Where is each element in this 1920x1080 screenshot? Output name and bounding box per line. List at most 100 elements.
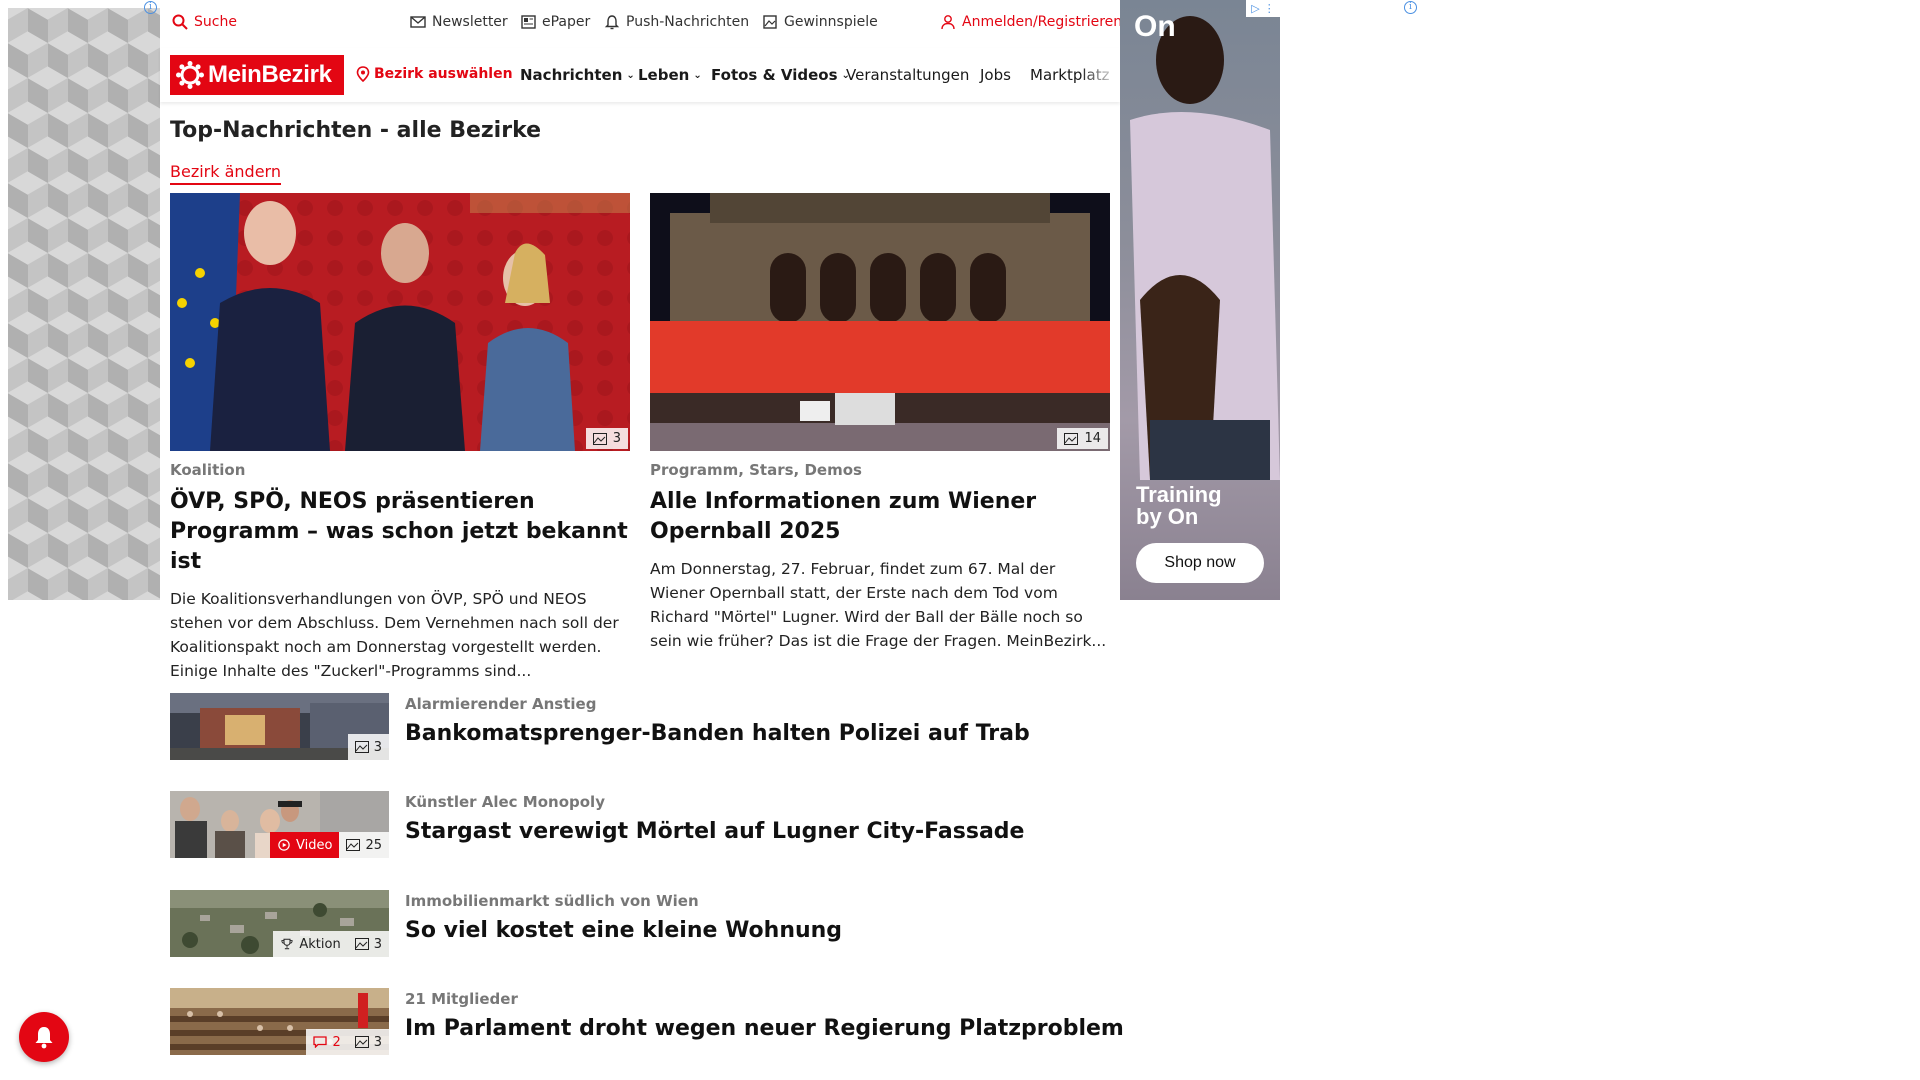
nav-veranstaltungen[interactable]: Veranstaltungen [846, 66, 969, 84]
video-label: Video [296, 837, 333, 853]
article-thumbnail[interactable]: Video 25 [170, 791, 389, 858]
article-image[interactable]: 3 [170, 193, 630, 451]
page-title: Top-Nachrichten - alle Bezirke [170, 118, 542, 143]
nav-nachrichten[interactable]: Nachrichten ⌄ [520, 66, 635, 84]
shop-now-button[interactable]: Shop now [1136, 543, 1264, 583]
article-headline[interactable]: ÖVP, SPÖ, NEOS präsentieren Programm – w… [170, 487, 630, 577]
opera-house-photo [650, 193, 1110, 451]
article-teaser: Am Donnerstag, 27. Februar, findet zum 6… [650, 560, 1107, 650]
gewinnspiele-link[interactable]: Gewinnspiele [762, 14, 878, 30]
article-kicker: Künstler Alec Monopoly [405, 793, 605, 811]
nav-leben[interactable]: Leben ⌄ [638, 66, 702, 84]
location-pin-icon [356, 66, 370, 82]
gallery-icon [346, 839, 361, 851]
push-link[interactable]: Push-Nachrichten [604, 14, 749, 30]
politicians-photo [170, 193, 630, 451]
article-kicker: Alarmierender Anstieg [405, 695, 597, 713]
nav-fotos-videos[interactable]: Fotos & Videos ⌄ [711, 66, 850, 84]
photo-count: 3 [373, 1034, 382, 1050]
search-link[interactable]: Suche [172, 14, 237, 30]
push-notification-button[interactable] [19, 1012, 69, 1062]
photo-count-badge: 3 [347, 734, 389, 760]
photo-count-badge: 25 [339, 832, 389, 858]
user-icon [941, 15, 955, 30]
play-icon [278, 839, 290, 851]
login-label: Anmelden/Registrieren [962, 14, 1123, 30]
brand-logo: On [1134, 10, 1176, 43]
skin-ad-left[interactable] [8, 8, 160, 600]
article-kicker: Programm, Stars, Demos [650, 461, 862, 479]
action-label: Aktion [299, 936, 341, 952]
ad-play-icon: ▷ [1251, 2, 1260, 15]
login-link[interactable]: Anmelden/Registrieren [940, 14, 1122, 30]
top-bar: Suche Newsletter ePaper Push-Nachrichten… [160, 0, 1122, 46]
article-thumbnail[interactable]: 3 [170, 693, 389, 760]
ad-info-icon[interactable]: i [1404, 1, 1417, 14]
epaper-label: ePaper [542, 14, 591, 30]
photo-count-badge: 14 [1057, 428, 1108, 449]
action-badge: Aktion [273, 931, 348, 957]
chevron-down-icon: ⌄ [693, 69, 702, 81]
photo-count: 25 [365, 837, 382, 853]
ad-banner-right[interactable]: On Training by On Shop now [1120, 0, 1280, 600]
gallery-icon [354, 1036, 369, 1048]
article-kicker: Koalition [170, 461, 246, 479]
article-thumbnail[interactable]: Aktion 3 [170, 890, 389, 957]
article-headline[interactable]: Bankomatsprenger-Banden halten Polizei a… [405, 721, 1030, 746]
article-image[interactable]: 14 [650, 193, 1110, 451]
nav-jobs-label: Jobs [980, 66, 1011, 84]
article-row[interactable]: 3 Alarmierender Anstieg Bankomatsprenger… [170, 693, 1110, 761]
article-kicker: 21 Mitglieder [405, 990, 518, 1008]
gallery-icon [354, 938, 369, 950]
gallery-icon [1064, 432, 1079, 445]
bell-icon [35, 1027, 53, 1049]
nav-nachrichten-label: Nachrichten [520, 66, 623, 84]
nav-fade [1080, 48, 1120, 102]
article-row[interactable]: 2 3 21 Mitglieder Im Parlament droht weg… [170, 988, 1124, 1056]
bezirk-select[interactable]: Bezirk auswählen [356, 66, 513, 82]
nav-leben-label: Leben [638, 66, 690, 84]
search-label: Suche [194, 14, 237, 30]
article-headline[interactable]: Im Parlament droht wegen neuer Regierung… [405, 1016, 1124, 1041]
bell-icon [604, 15, 620, 30]
photo-count: 3 [612, 431, 621, 446]
newspaper-icon [521, 15, 536, 29]
photo-count: 14 [1084, 431, 1101, 446]
adchoices-icon[interactable]: ▷ ⋮ [1246, 0, 1280, 17]
feature-article-1[interactable]: 3 Koalition ÖVP, SPÖ, NEOS präsentieren … [170, 193, 630, 683]
comment-count: 2 [332, 1034, 341, 1050]
newsletter-link[interactable]: Newsletter [410, 14, 508, 30]
site-logo[interactable]: MeinBezirk [170, 55, 344, 95]
photo-count-badge: 3 [347, 931, 389, 957]
ad-tagline: Training by On [1136, 482, 1222, 529]
photo-count-badge: 3 [347, 1029, 389, 1055]
change-bezirk-link[interactable]: Bezirk ändern [170, 162, 281, 185]
article-row[interactable]: Aktion 3 Immobilienmarkt südlich von Wie… [170, 890, 1110, 958]
article-thumbnail[interactable]: 2 3 [170, 988, 389, 1055]
thumbnail-badges: 3 [347, 734, 389, 760]
gallery-icon [592, 432, 607, 445]
article-headline[interactable]: So viel kostet eine kleine Wohnung [405, 918, 842, 943]
ad-info-icon[interactable]: i [144, 1, 157, 14]
article-teaser: Die Koalitionsverhandlungen von ÖVP, SPÖ… [170, 590, 619, 680]
nav-jobs[interactable]: Jobs [980, 66, 1011, 84]
ad-menu-icon: ⋮ [1263, 2, 1275, 15]
article-kicker: Immobilienmarkt südlich von Wien [405, 892, 699, 910]
image-icon [763, 15, 777, 29]
nav-fotos-videos-label: Fotos & Videos [711, 66, 838, 84]
article-headline[interactable]: Alle Informationen zum Wiener Opernball … [650, 487, 1110, 547]
newsletter-label: Newsletter [432, 14, 508, 30]
thumbnail-badges: Video 25 [270, 832, 389, 858]
photo-count: 3 [373, 739, 382, 755]
chevron-down-icon: ⌄ [626, 69, 635, 81]
thumbnail-badges: 2 3 [306, 1029, 389, 1055]
comment-count-badge: 2 [306, 1029, 348, 1055]
feature-article-2[interactable]: 14 Programm, Stars, Demos Alle Informati… [650, 193, 1110, 653]
main-column: Suche Newsletter ePaper Push-Nachrichten… [160, 0, 1124, 1080]
article-headline[interactable]: Stargast verewigt Mörtel auf Lugner City… [405, 819, 1024, 844]
photo-count-badge: 3 [585, 428, 628, 449]
epaper-link[interactable]: ePaper [520, 14, 590, 30]
article-row[interactable]: Video 25 Künstler Alec Monopoly Stargast… [170, 791, 1110, 859]
gewinnspiele-label: Gewinnspiele [784, 14, 878, 30]
thumbnail-badges: Aktion 3 [273, 931, 389, 957]
